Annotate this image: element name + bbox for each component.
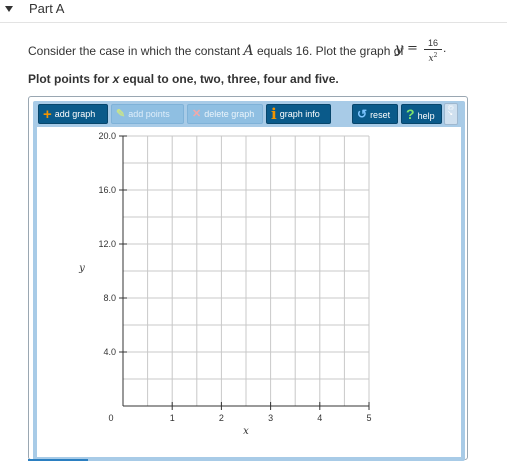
x-tick-label: 4 (317, 413, 322, 423)
x-tick-label: 1 (170, 413, 175, 423)
axes (119, 135, 370, 410)
y-tick-label: 8.0 (103, 293, 116, 303)
x-tick-label: 3 (268, 413, 273, 423)
x-tick-label: 2 (219, 413, 224, 423)
y-tick-label: 4.0 (103, 347, 116, 357)
x-axis-title: x (243, 426, 249, 437)
x-tick-label: 5 (366, 413, 371, 423)
y-tick-label: 16.0 (98, 185, 116, 195)
grid (122, 135, 370, 407)
y-axis-title: y (78, 263, 85, 274)
y-tick-label: 12.0 (98, 239, 116, 249)
y-tick-label: 20.0 (98, 131, 116, 141)
graph-canvas[interactable]: 20.0 16.0 12.0 8.0 4.0 0 1 2 3 4 5 x y (0, 0, 507, 461)
x-tick-label: 0 (108, 413, 113, 423)
